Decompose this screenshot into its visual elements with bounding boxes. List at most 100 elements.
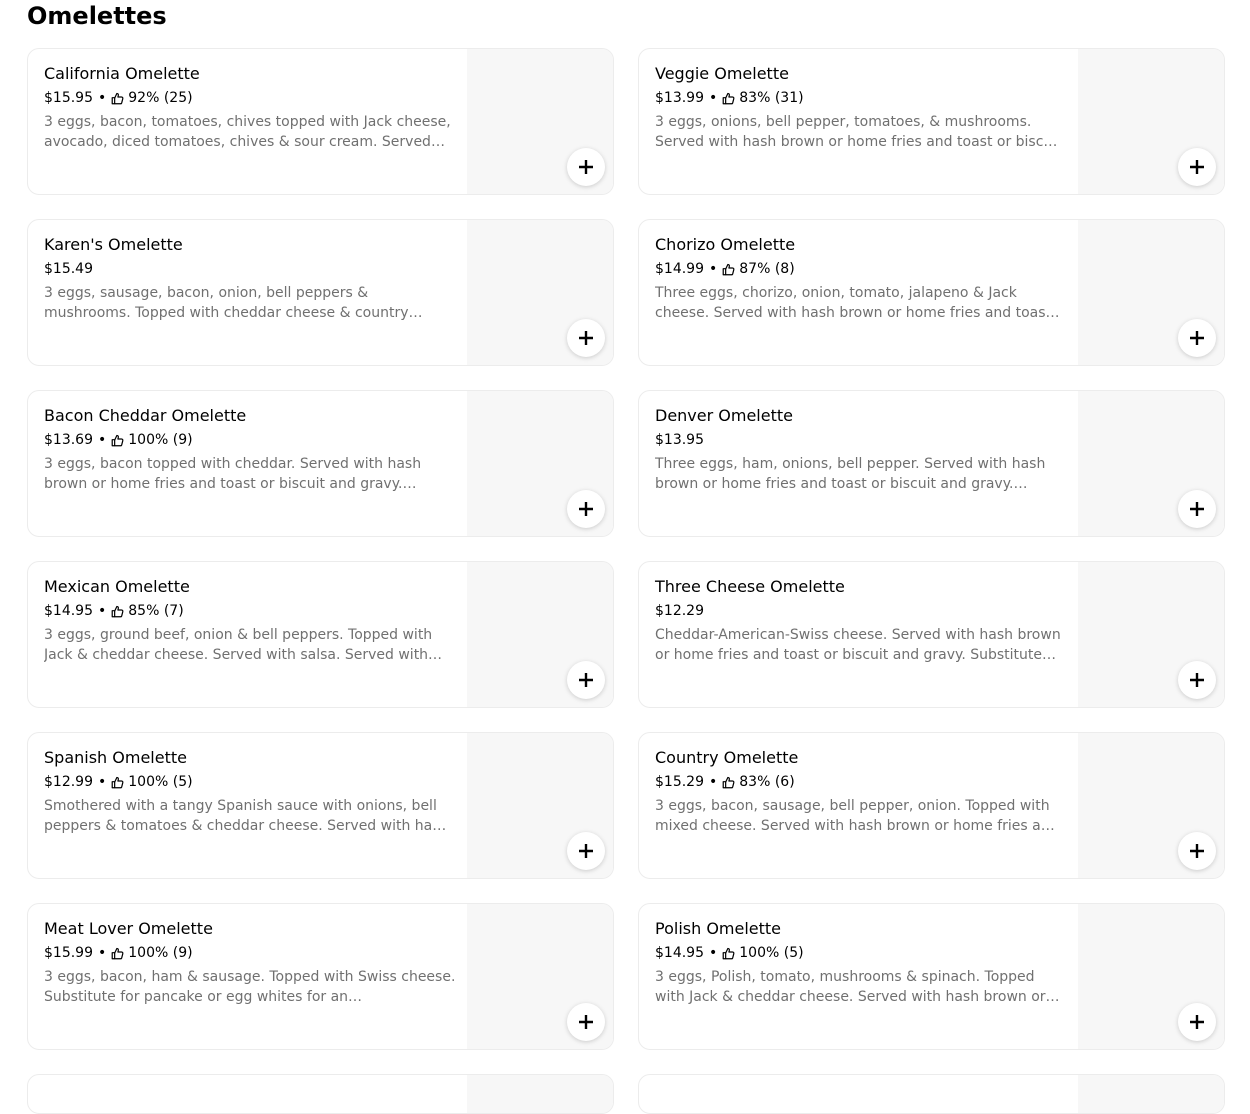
menu-item-meta: $15.49 — [44, 259, 456, 279]
separator-dot: • — [98, 774, 107, 790]
separator-dot: • — [98, 603, 107, 619]
menu-item-name: Three Cheese Omelette — [655, 577, 845, 596]
menu-item-card[interactable]: Three Cheese Omelette $12.29 Cheddar-Ame… — [638, 561, 1225, 708]
menu-item-card-partial[interactable] — [638, 1074, 1225, 1114]
menu-item-name: Veggie Omelette — [655, 64, 789, 83]
menu-item-info: Three Cheese Omelette $12.29 Cheddar-Ame… — [655, 576, 1067, 665]
menu-item-rating: 100% (9) — [128, 945, 193, 961]
menu-item-meta: $15.95 • 92% (25) — [44, 88, 456, 108]
thumbs-up-icon — [722, 92, 735, 104]
menu-item-info: Karen's Omelette $15.49 3 eggs, sausage,… — [44, 234, 456, 323]
menu-item-meta: $12.29 — [655, 601, 1067, 621]
add-to-cart-button[interactable] — [1178, 661, 1216, 699]
menu-item-description: Cheddar-American-Swiss cheese. Served wi… — [655, 627, 1061, 663]
add-to-cart-button[interactable] — [567, 490, 605, 528]
menu-item-name: Country Omelette — [655, 748, 799, 767]
menu-item-info: Denver Omelette $13.95 Three eggs, ham, … — [655, 405, 1067, 494]
menu-item-description: 3 eggs, ground beef, onion & bell pepper… — [44, 627, 443, 663]
menu-item-meta: $14.99 • 87% (8) — [655, 259, 1067, 279]
menu-item-card[interactable]: Chorizo Omelette $14.99 • 87% (8) Three … — [638, 219, 1225, 366]
menu-item-card[interactable]: Polish Omelette $14.95 • 100% (5) 3 eggs… — [638, 903, 1225, 1050]
menu-item-rating-group: • 100% (9) — [93, 943, 193, 963]
plus-icon — [579, 844, 593, 858]
plus-icon — [1190, 844, 1204, 858]
menu-item-meta: $14.95 • 100% (5) — [655, 943, 1067, 963]
menu-item-description: 3 eggs, bacon, sausage, bell pepper, oni… — [655, 798, 1055, 834]
menu-item-price: $15.99 — [44, 945, 93, 961]
menu-item-rating-group: • 92% (25) — [93, 88, 193, 108]
menu-item-price: $12.99 — [44, 774, 93, 790]
separator-dot: • — [709, 774, 718, 790]
menu-item-meta: $15.29 • 83% (6) — [655, 772, 1067, 792]
add-to-cart-button[interactable] — [1178, 148, 1216, 186]
menu-item-card[interactable]: Country Omelette $15.29 • 83% (6) 3 eggs… — [638, 732, 1225, 879]
menu-item-price: $14.95 — [655, 945, 704, 961]
menu-item-meta: $13.95 — [655, 430, 1067, 450]
add-to-cart-button[interactable] — [567, 832, 605, 870]
menu-item-info: Meat Lover Omelette $15.99 • 100% (9) 3 … — [44, 918, 456, 1007]
menu-item-name: Chorizo Omelette — [655, 235, 796, 254]
menu-item-rating: 100% (5) — [739, 945, 804, 961]
plus-icon — [579, 331, 593, 345]
add-to-cart-button[interactable] — [567, 1003, 605, 1041]
thumbs-up-icon — [111, 947, 124, 959]
thumbs-up-icon — [722, 947, 735, 959]
menu-item-card[interactable]: Veggie Omelette $13.99 • 83% (31) 3 eggs… — [638, 48, 1225, 195]
menu-item-price: $13.69 — [44, 432, 93, 448]
menu-item-card[interactable]: Meat Lover Omelette $15.99 • 100% (9) 3 … — [27, 903, 614, 1050]
menu-item-price: $15.29 — [655, 774, 704, 790]
menu-item-description: Three eggs, chorizo, onion, tomato, jala… — [655, 285, 1060, 321]
menu-item-rating-group: • 87% (8) — [704, 259, 795, 279]
add-to-cart-button[interactable] — [1178, 1003, 1216, 1041]
plus-icon — [579, 502, 593, 516]
add-to-cart-button[interactable] — [567, 319, 605, 357]
separator-dot: • — [709, 945, 718, 961]
plus-icon — [1190, 673, 1204, 687]
menu-item-card[interactable]: Denver Omelette $13.95 Three eggs, ham, … — [638, 390, 1225, 537]
add-to-cart-button[interactable] — [1178, 832, 1216, 870]
menu-item-name: Denver Omelette — [655, 406, 793, 425]
menu-item-price: $14.99 — [655, 261, 704, 277]
menu-item-card[interactable]: Mexican Omelette $14.95 • 85% (7) 3 eggs… — [27, 561, 614, 708]
separator-dot: • — [98, 945, 107, 961]
menu-item-card[interactable]: Spanish Omelette $12.99 • 100% (5) Smoth… — [27, 732, 614, 879]
menu-item-description: 3 eggs, sausage, bacon, onion, bell pepp… — [44, 285, 423, 321]
menu-item-card-partial[interactable] — [27, 1074, 614, 1114]
separator-dot: • — [709, 261, 718, 277]
menu-item-info: Spanish Omelette $12.99 • 100% (5) Smoth… — [44, 747, 456, 836]
add-to-cart-button[interactable] — [1178, 490, 1216, 528]
menu-item-rating-group: • 83% (31) — [704, 88, 804, 108]
separator-dot: • — [98, 432, 107, 448]
menu-item-info: Bacon Cheddar Omelette $13.69 • 100% (9)… — [44, 405, 456, 494]
menu-item-card[interactable]: Karen's Omelette $15.49 3 eggs, sausage,… — [27, 219, 614, 366]
plus-icon — [1190, 331, 1204, 345]
menu-item-meta: $12.99 • 100% (5) — [44, 772, 456, 792]
menu-item-price: $13.95 — [655, 432, 704, 448]
menu-item-rating: 83% (31) — [739, 90, 804, 106]
menu-item-info: Country Omelette $15.29 • 83% (6) 3 eggs… — [655, 747, 1067, 836]
thumbs-up-icon — [111, 434, 124, 446]
section-title: Omelettes — [27, 2, 167, 30]
thumbs-up-icon — [111, 605, 124, 617]
add-to-cart-button[interactable] — [1178, 319, 1216, 357]
menu-item-image — [1078, 1075, 1224, 1113]
menu-item-name: Karen's Omelette — [44, 235, 183, 254]
menu-item-name: Meat Lover Omelette — [44, 919, 213, 938]
menu-item-description: 3 eggs, bacon topped with cheddar. Serve… — [44, 456, 422, 492]
menu-item-description: Three eggs, ham, onions, bell pepper. Se… — [655, 456, 1046, 492]
menu-item-name: Bacon Cheddar Omelette — [44, 406, 247, 425]
menu-item-image — [467, 1075, 613, 1113]
menu-item-info: California Omelette $15.95 • 92% (25) 3 … — [44, 63, 456, 152]
menu-item-info: Veggie Omelette $13.99 • 83% (31) 3 eggs… — [655, 63, 1067, 152]
menu-item-description: 3 eggs, bacon, tomatoes, chives topped w… — [44, 114, 451, 150]
separator-dot: • — [709, 90, 718, 106]
menu-item-meta: $13.99 • 83% (31) — [655, 88, 1067, 108]
thumbs-up-icon — [111, 776, 124, 788]
menu-item-rating: 100% (9) — [128, 432, 193, 448]
menu-item-name: Polish Omelette — [655, 919, 782, 938]
menu-item-card[interactable]: California Omelette $15.95 • 92% (25) 3 … — [27, 48, 614, 195]
add-to-cart-button[interactable] — [567, 148, 605, 186]
add-to-cart-button[interactable] — [567, 661, 605, 699]
menu-item-card[interactable]: Bacon Cheddar Omelette $13.69 • 100% (9)… — [27, 390, 614, 537]
menu-item-description: 3 eggs, onions, bell pepper, tomatoes, &… — [655, 114, 1058, 150]
